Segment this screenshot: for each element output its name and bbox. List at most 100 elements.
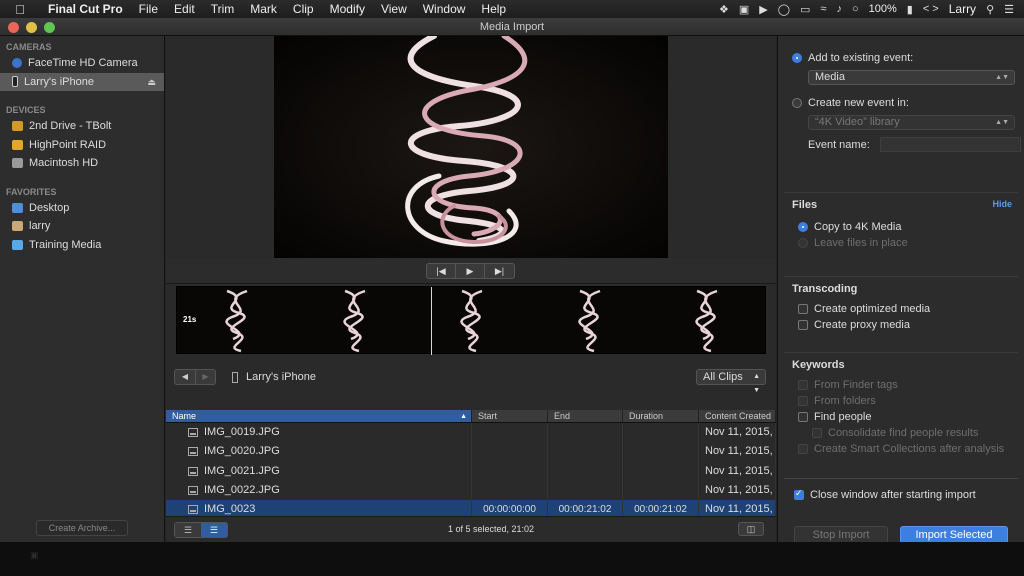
- sync-icon[interactable]: ▣: [739, 3, 749, 16]
- proxy-media-option[interactable]: Create proxy media: [784, 317, 1018, 333]
- apple-menu-icon[interactable]: : [0, 2, 40, 17]
- back-arrow-icon[interactable]: ◀: [175, 370, 195, 384]
- menu-file[interactable]: File: [131, 2, 166, 16]
- eject-icon[interactable]: ⏏: [147, 73, 164, 92]
- menu-mark[interactable]: Mark: [242, 2, 285, 16]
- sidebar-item-home[interactable]: larry: [0, 217, 164, 236]
- clip-filter-select[interactable]: All Clips ▲ ▼: [696, 369, 766, 394]
- find-people-option[interactable]: Find people: [784, 409, 1018, 425]
- event-name-field[interactable]: [879, 137, 1021, 152]
- find-people-checkbox[interactable]: [798, 412, 808, 422]
- transcoding-title: Transcoding: [792, 283, 858, 295]
- sidebar-item-highpoint-raid[interactable]: HighPoint RAID: [0, 136, 164, 155]
- sidebar-item-desktop[interactable]: Desktop: [0, 199, 164, 218]
- dropbox-icon[interactable]: ❖: [719, 3, 729, 16]
- sidebar-item-macintosh-hd[interactable]: Macintosh HD: [0, 154, 164, 173]
- menu-trim[interactable]: Trim: [203, 2, 243, 16]
- skimmer-playhead[interactable]: [431, 287, 432, 355]
- sidebar-item-label: 2nd Drive - TBolt: [29, 120, 112, 132]
- camera-icon: [12, 58, 22, 69]
- create-new-event-option[interactable]: Create new event in:: [778, 95, 1024, 111]
- clip-start: [472, 461, 548, 481]
- favorites-header: FAVORITES: [6, 186, 57, 197]
- create-new-radio[interactable]: [792, 98, 802, 108]
- proxy-media-checkbox[interactable]: [798, 320, 808, 330]
- copy-files-option[interactable]: Copy to 4K Media: [784, 219, 1018, 235]
- menu-edit[interactable]: Edit: [166, 2, 203, 16]
- column-header-end[interactable]: End: [548, 410, 623, 422]
- filmstrip[interactable]: 21s: [176, 286, 766, 355]
- event-name-label: Event name:: [808, 138, 870, 151]
- menu-window[interactable]: Window: [415, 2, 474, 16]
- find-people-label: Find people: [814, 411, 872, 423]
- code-brackets-icon[interactable]: < >: [923, 3, 939, 15]
- minimize-window-button[interactable]: [26, 22, 37, 33]
- previous-clip-icon[interactable]: |◀: [427, 264, 456, 278]
- table-row[interactable]: IMG_0022.JPG Nov 11, 2015,: [166, 480, 776, 501]
- battery-icon[interactable]: ▮: [907, 3, 913, 16]
- leave-in-place-option[interactable]: Leave files in place: [784, 235, 1018, 251]
- column-header-name[interactable]: Name ▲: [166, 410, 472, 422]
- column-header-duration[interactable]: Duration: [623, 410, 699, 422]
- smart-collections-option[interactable]: Create Smart Collections after analysis: [784, 441, 1018, 457]
- table-row[interactable]: IMG_0020.JPG Nov 11, 2015,: [166, 442, 776, 462]
- clip-name: IMG_0019.JPG: [204, 426, 280, 438]
- airplay-icon[interactable]: ▭: [800, 3, 810, 16]
- next-clip-icon[interactable]: ▶|: [485, 264, 514, 278]
- menu-modify[interactable]: Modify: [322, 2, 373, 16]
- import-options-panel: Add to existing event: Media ▲▼ Create n…: [777, 36, 1024, 544]
- volume-icon[interactable]: ♪: [836, 3, 842, 15]
- menu-clip[interactable]: Clip: [285, 2, 322, 16]
- home-icon: [12, 221, 23, 232]
- finder-tags-option[interactable]: From Finder tags: [784, 377, 1018, 393]
- user-name[interactable]: Larry: [949, 2, 976, 16]
- optimized-media-option[interactable]: Create optimized media: [784, 301, 1018, 317]
- existing-event-select[interactable]: Media ▲▼: [808, 70, 1015, 85]
- column-header-start[interactable]: Start: [472, 410, 548, 422]
- close-window-option[interactable]: Close window after starting import: [784, 487, 1018, 503]
- leave-in-place-radio[interactable]: [798, 238, 808, 248]
- hide-link[interactable]: Hide: [992, 199, 1012, 209]
- from-folders-option[interactable]: From folders: [784, 393, 1018, 409]
- finder-tags-checkbox[interactable]: [798, 380, 808, 390]
- smart-collections-checkbox[interactable]: [798, 444, 808, 454]
- from-folders-checkbox[interactable]: [798, 396, 808, 406]
- play-icon[interactable]: ▶: [456, 264, 485, 278]
- sidebar-item-training-media[interactable]: Training Media: [0, 236, 164, 255]
- spotlight-search-icon[interactable]: ⚲: [986, 3, 994, 16]
- column-header-content-created[interactable]: Content Created: [699, 410, 776, 422]
- clip-content-created: Nov 11, 2015,: [699, 461, 776, 481]
- consolidate-option[interactable]: Consolidate find people results: [784, 425, 1018, 441]
- wifi-icon[interactable]: ≈: [820, 3, 826, 15]
- menu-app[interactable]: Final Cut Pro: [40, 2, 131, 16]
- notification-bubble-icon[interactable]: ○: [852, 3, 859, 15]
- facetime-icon[interactable]: ▶: [759, 3, 767, 16]
- zoom-window-button[interactable]: [44, 22, 55, 33]
- add-existing-event-option[interactable]: Add to existing event:: [778, 50, 1024, 66]
- forward-arrow-icon[interactable]: ▶: [195, 370, 215, 384]
- notification-center-icon[interactable]: ☰: [1004, 3, 1014, 16]
- clip-duration: [623, 480, 699, 501]
- add-existing-radio[interactable]: [792, 53, 802, 63]
- sidebar-item-iphone[interactable]: Larry's iPhone ⏏: [0, 72, 164, 92]
- table-row[interactable]: IMG_0019.JPG Nov 11, 2015,: [166, 423, 776, 443]
- consolidate-checkbox[interactable]: [812, 428, 822, 438]
- table-row[interactable]: IMG_0021.JPG Nov 11, 2015,: [166, 461, 776, 481]
- optimized-media-checkbox[interactable]: [798, 304, 808, 314]
- sidebar-item-label: Training Media: [29, 238, 102, 251]
- drive-icon: [12, 158, 23, 169]
- menu-help[interactable]: Help: [473, 2, 514, 16]
- close-window-checkbox[interactable]: [794, 488, 804, 500]
- sidebar-item-2nd-drive[interactable]: 2nd Drive - TBolt: [0, 117, 164, 136]
- window-titlebar[interactable]: Media Import: [0, 18, 1024, 36]
- library-select[interactable]: “4K Video” library ▲▼: [808, 115, 1015, 130]
- creative-cloud-icon[interactable]: ◯: [778, 3, 790, 16]
- close-window-button[interactable]: [8, 22, 19, 33]
- background-app-strip: ▣: [0, 542, 1024, 576]
- smart-collections-label: Create Smart Collections after analysis: [814, 443, 1005, 455]
- sidebar-item-facetime-camera[interactable]: FaceTime HD Camera: [0, 54, 164, 73]
- menu-view[interactable]: View: [373, 2, 415, 16]
- copy-files-radio[interactable]: [798, 222, 808, 232]
- create-archive-button[interactable]: Create Archive...: [36, 520, 128, 536]
- clip-appearance-icon[interactable]: ◫: [738, 522, 764, 536]
